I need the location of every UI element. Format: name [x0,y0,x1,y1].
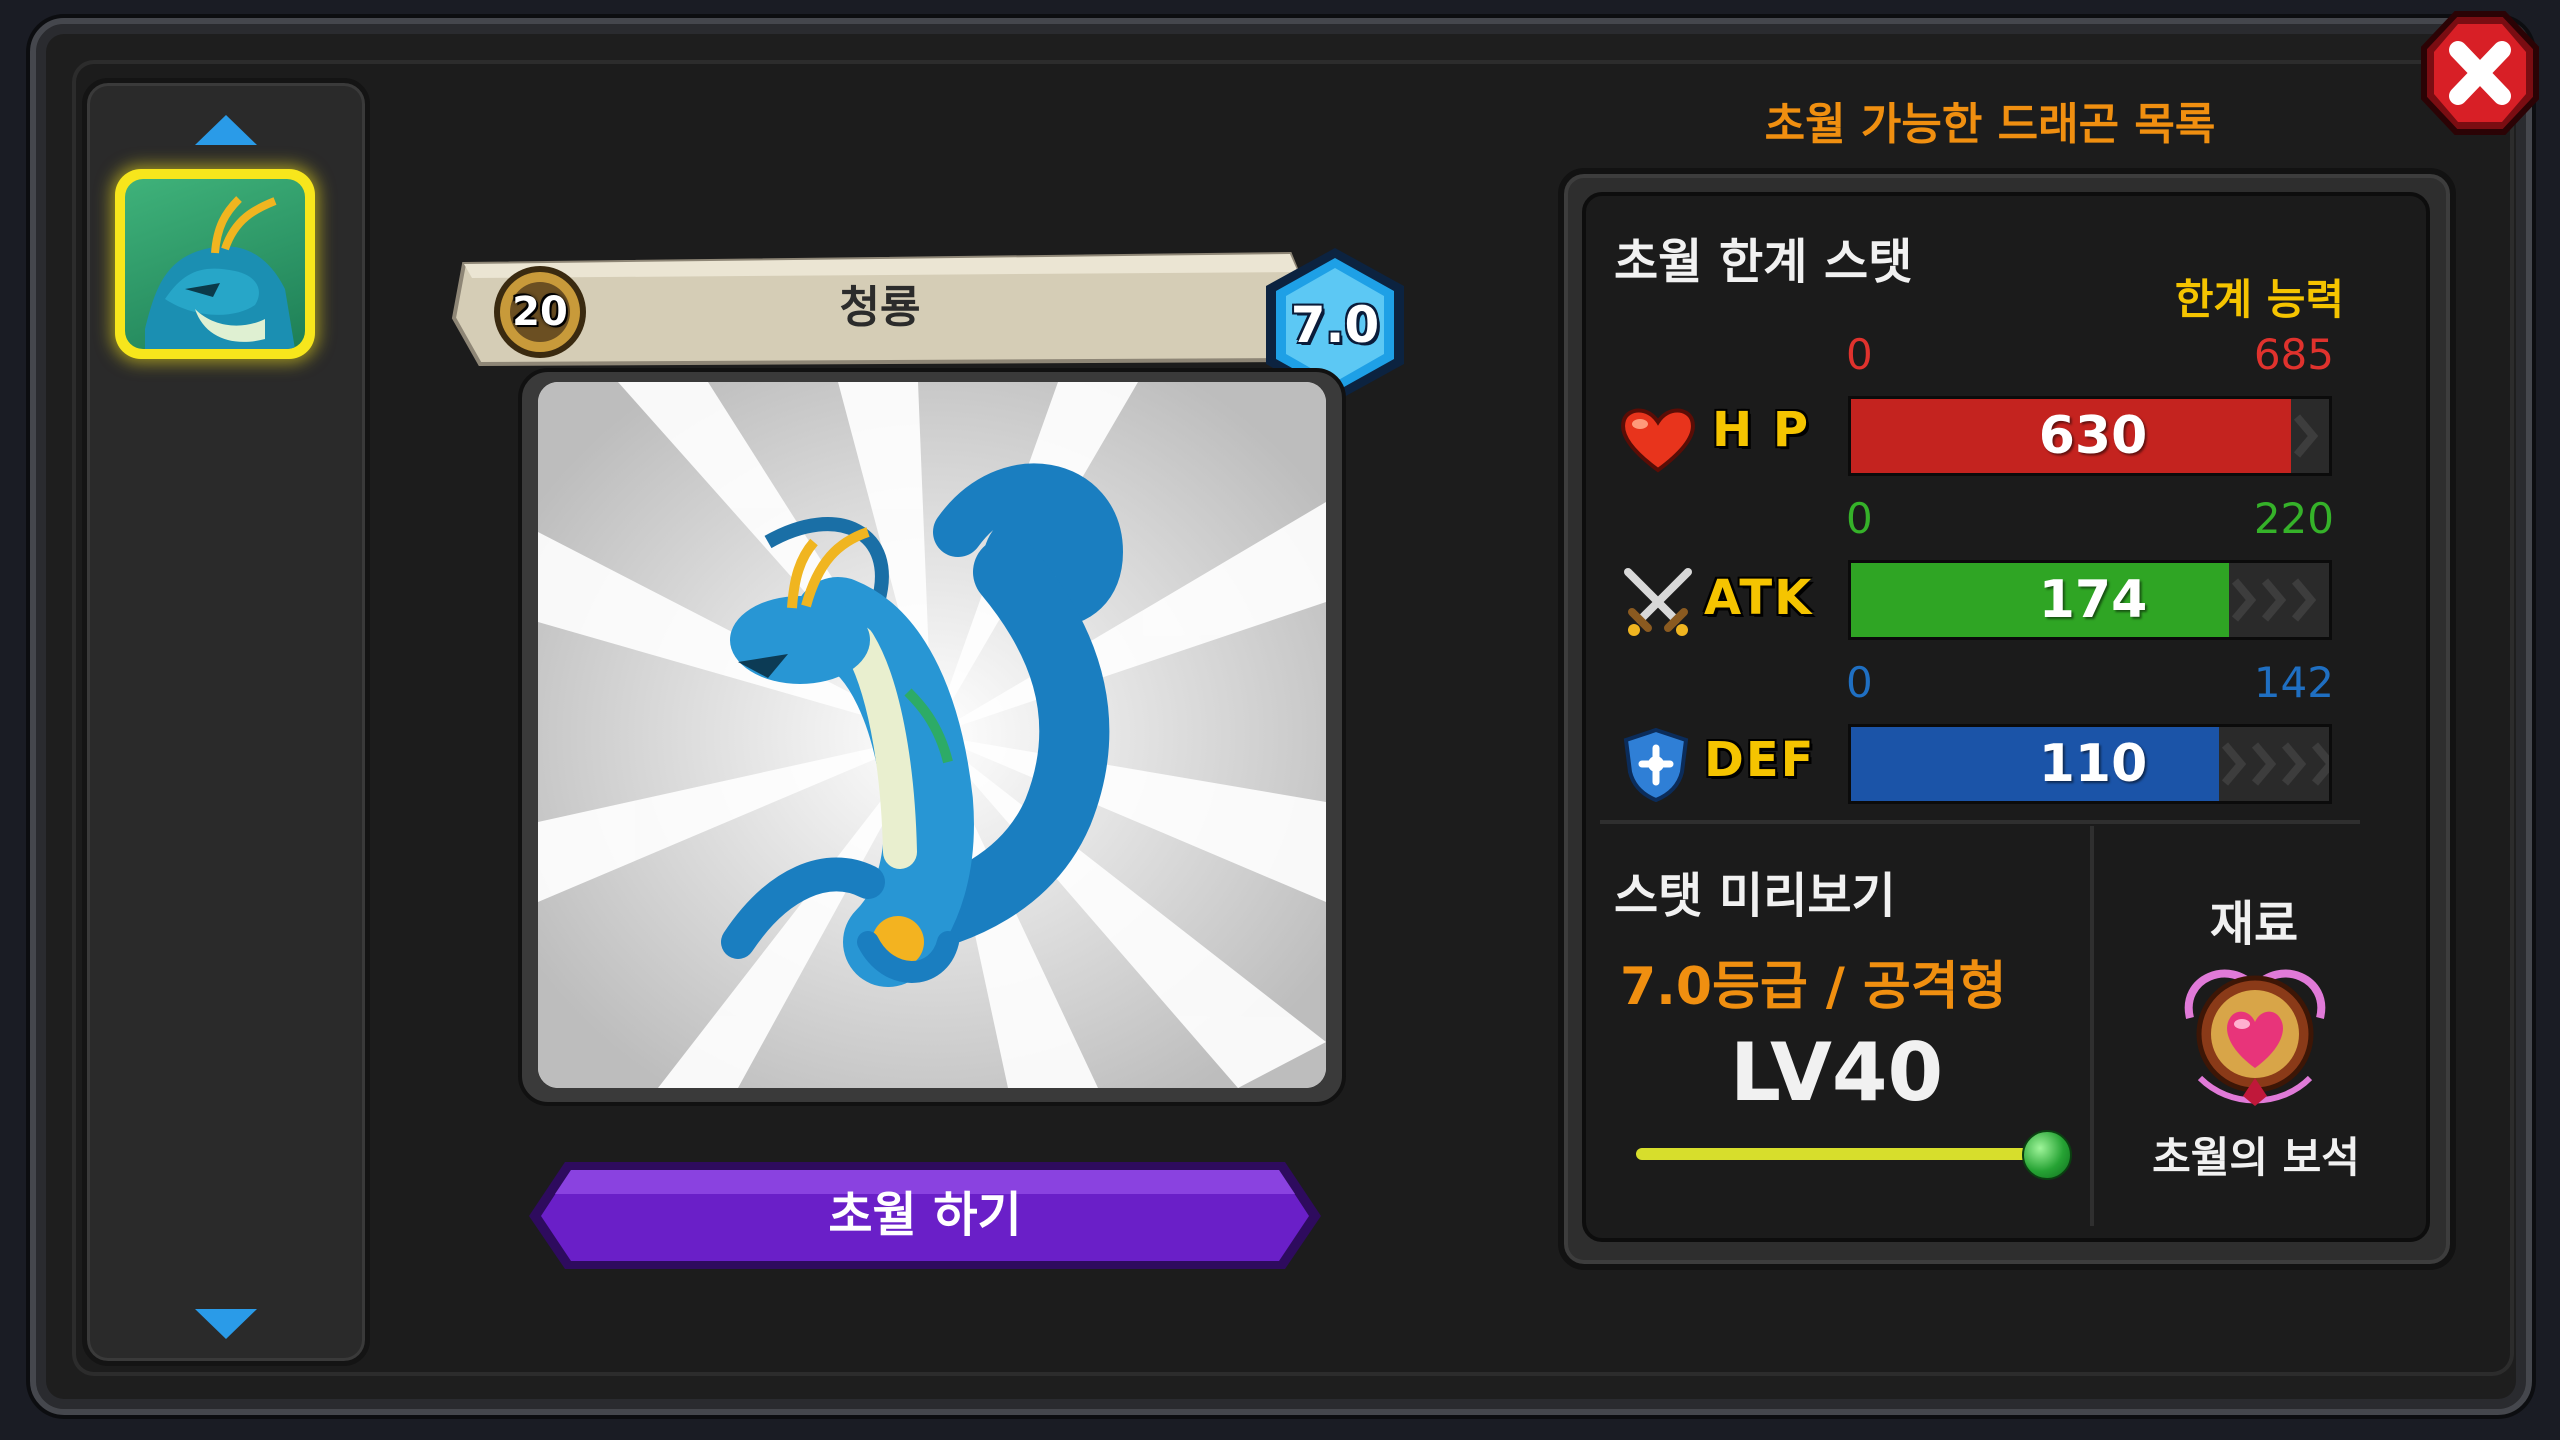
scroll-down-arrow-icon[interactable] [191,1303,261,1343]
transcend-button-label: 초월 하기 [828,1187,1022,1243]
dragon-thumbnail-selected[interactable] [115,169,315,359]
stats-divider [1600,820,2360,824]
material-title: 재료 [2209,896,2299,952]
preview-level: LV40 [1730,1026,1944,1119]
dragon-name-banner: 청룡 20 7.0 [450,248,1404,402]
transcend-list-title: 초월 가능한 드래곤 목록 [1764,99,2216,150]
atk-label: ATK [1704,570,1814,626]
def-label: DEF [1704,732,1816,788]
atk-min: 0 [1846,494,1873,543]
level-slider-track[interactable] [1636,1148,2046,1160]
preview-title: 스탯 미리보기 [1614,868,1896,924]
atk-max: 220 [2253,494,2334,543]
crossed-swords-icon [1624,568,1692,636]
level-slider-knob[interactable] [2022,1130,2072,1180]
dragon-portrait [538,382,1326,1088]
material-name: 초월의 보석 [2152,1133,2360,1182]
scroll-up-arrow-icon[interactable] [191,111,261,151]
limit-ability-label: 한계 능력 [2174,275,2344,324]
stats-section-title: 초월 한계 스탯 [1614,234,1913,290]
def-max: 142 [2253,658,2334,707]
level-badge: 20 [490,262,590,362]
level-value: 20 [512,289,568,335]
preview-divider [2090,826,2094,1226]
hp-value: 630 [2038,406,2148,466]
hp-min: 0 [1846,330,1873,379]
def-bar: 110 [1848,724,2332,804]
transcend-gem-icon [2184,969,2326,1106]
def-value: 110 [2038,734,2148,794]
atk-bar: 174 [1848,560,2332,640]
hp-label: H P [1712,402,1811,458]
dragon-list[interactable] [82,78,370,1366]
atk-value: 174 [2038,570,2148,630]
preview-grade-type: 7.0등급 / 공격형 [1620,957,2007,1017]
transcend-button[interactable]: 초월 하기 [525,1158,1325,1273]
dragon-thumbnail-image [125,179,305,349]
hp-bar: 630 [1848,396,2332,476]
close-icon [2421,11,2539,135]
shield-icon [1623,727,1689,802]
close-button[interactable] [2420,8,2540,138]
def-min: 0 [1846,658,1873,707]
heart-icon [1621,408,1695,473]
hp-max: 685 [2253,330,2334,379]
dragon-portrait-frame [518,368,1346,1106]
